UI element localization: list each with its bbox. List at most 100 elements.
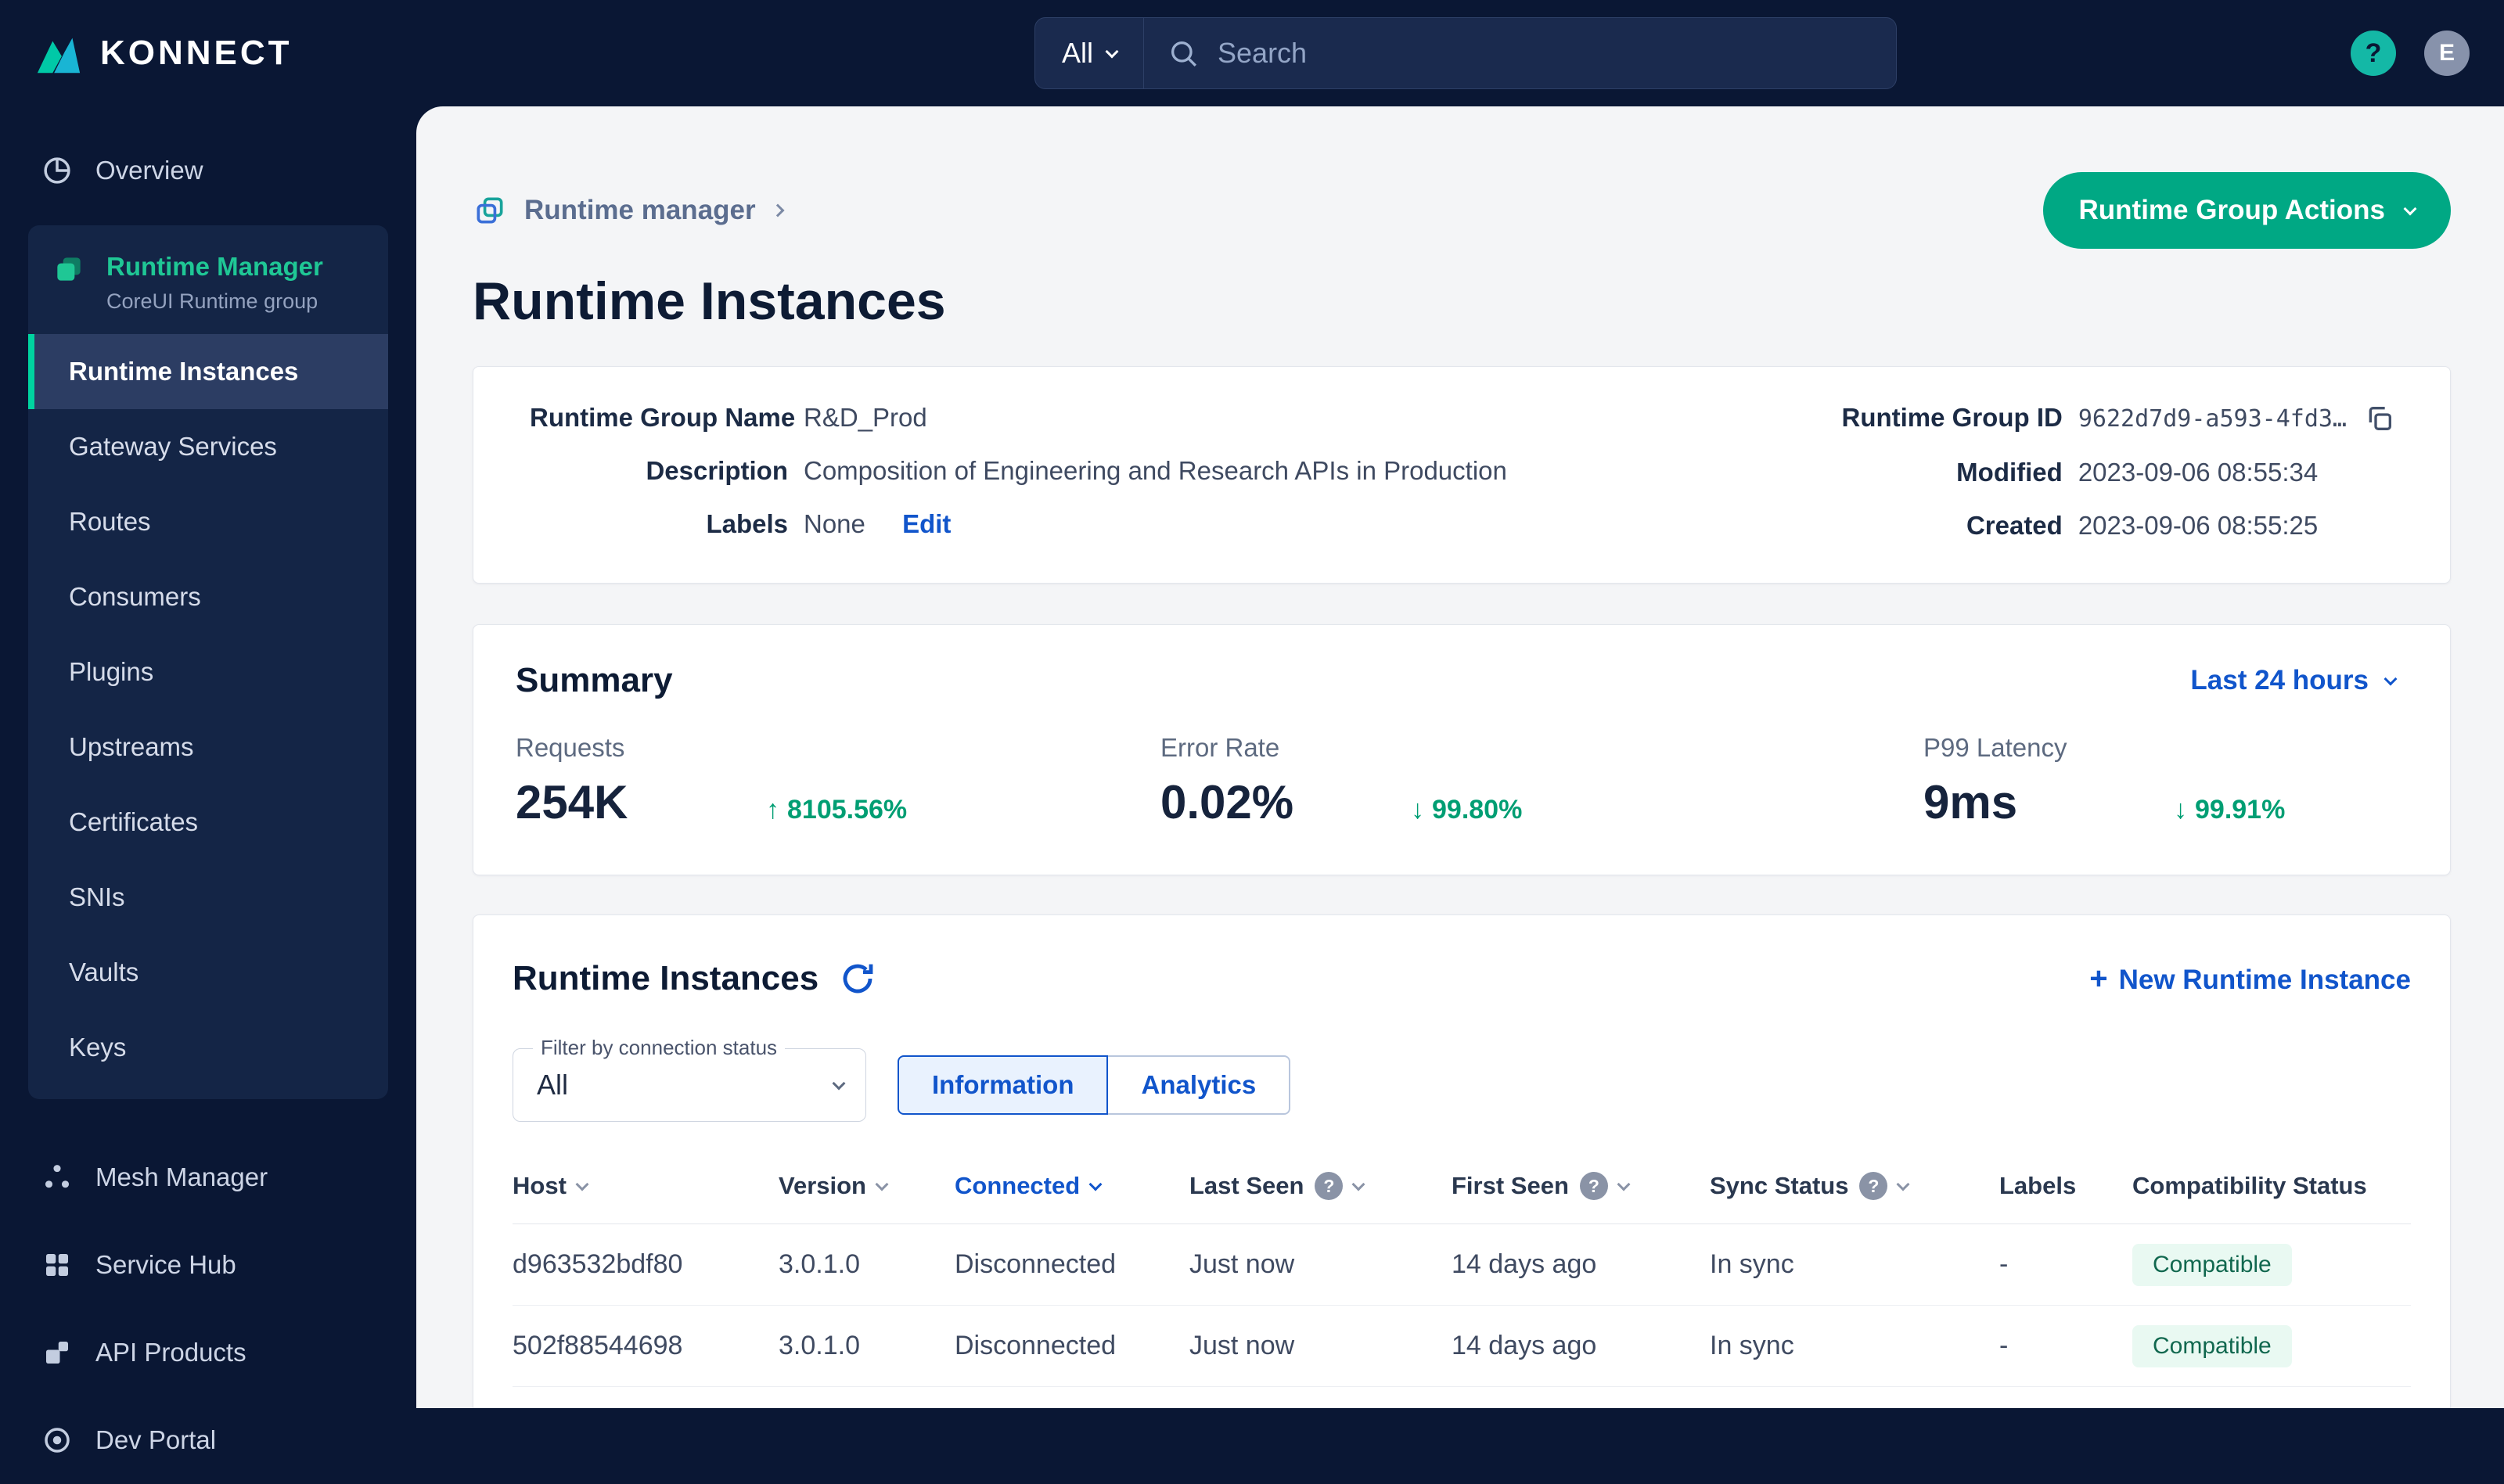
col-header-sync-status[interactable]: Sync Status ?: [1710, 1172, 1999, 1200]
page-title: Runtime Instances: [473, 271, 946, 331]
runtime-group-name: CoreUI Runtime group: [106, 289, 318, 313]
tab-information[interactable]: Information: [898, 1055, 1109, 1115]
sidebar-item-mesh-manager[interactable]: Mesh Manager: [0, 1134, 416, 1221]
refresh-icon[interactable]: [839, 960, 876, 997]
sidebar-item-label: Overview: [95, 156, 203, 185]
cell-version: 3.0.1.0: [779, 1249, 860, 1279]
sidebar-item-label: API Products: [95, 1338, 246, 1367]
labels-value: None Edit: [804, 509, 1507, 539]
runtime-manager-group: Runtime Manager CoreUI Runtime group Run…: [28, 225, 388, 1099]
trend-up-icon: ↑: [766, 795, 779, 825]
sort-chevron-icon: [1617, 1177, 1631, 1191]
sidebar-item-upstreams[interactable]: Upstreams: [28, 710, 388, 785]
app-logo-text: KONNECT: [100, 34, 293, 72]
cell-sync-status: In sync: [1710, 1331, 1794, 1360]
col-header-last-seen[interactable]: Last Seen ?: [1189, 1172, 1452, 1200]
overview-icon: [41, 154, 74, 187]
info-label: Description: [646, 456, 788, 485]
runtime-manager-icon: [52, 252, 86, 286]
help-tooltip-icon[interactable]: ?: [1579, 1172, 1608, 1200]
cell-first-seen: 14 days ago: [1452, 1249, 1597, 1279]
info-label: Runtime Group Name: [530, 403, 796, 432]
metric-delta: ↑ 8105.56%: [766, 795, 908, 825]
compatibility-badge: Compatible: [2132, 1324, 2292, 1367]
dev-portal-icon: [41, 1424, 74, 1457]
view-tabs: Information Analytics: [898, 1055, 1291, 1115]
runtime-group-info-card: Runtime Group Name R&D_Prod Description …: [473, 366, 2451, 584]
api-products-icon: [41, 1336, 74, 1369]
sidebar-item-vaults[interactable]: Vaults: [28, 935, 388, 1010]
col-header-connected[interactable]: Connected: [955, 1172, 1189, 1200]
sidebar-item-service-hub[interactable]: Service Hub: [0, 1221, 416, 1309]
cell-last-seen: Just now: [1189, 1331, 1295, 1360]
metric-delta: ↓ 99.80%: [1411, 795, 1523, 825]
tab-analytics[interactable]: Analytics: [1108, 1055, 1291, 1115]
sidebar-bottom: Mesh Manager Service Hub API Products De…: [0, 1134, 416, 1484]
table-row[interactable]: d963532bdf80 3.0.1.0 Disconnected Just n…: [513, 1224, 2411, 1306]
info-label: Created: [1966, 511, 2063, 540]
sort-chevron-icon: [1351, 1177, 1365, 1191]
new-runtime-instance-button[interactable]: + New Runtime Instance: [2089, 961, 2411, 997]
konnect-logo-icon: [34, 31, 83, 75]
cell-version: 3.0.1.0: [779, 1331, 860, 1360]
instances-table: Host Version Connected Last Seen ? First…: [513, 1172, 2411, 1387]
help-tooltip-icon[interactable]: ?: [1859, 1172, 1888, 1200]
table-row[interactable]: 502f88544698 3.0.1.0 Disconnected Just n…: [513, 1306, 2411, 1387]
col-header-host[interactable]: Host: [513, 1172, 779, 1200]
sidebar-item-runtime-manager[interactable]: Runtime Manager CoreUI Runtime group: [28, 225, 388, 334]
sidebar-item-consumers[interactable]: Consumers: [28, 559, 388, 634]
search-input[interactable]: [1216, 36, 1873, 70]
sidebar-item-keys[interactable]: Keys: [28, 1010, 388, 1085]
edit-labels-link[interactable]: Edit: [902, 509, 951, 538]
cell-host: 502f88544698: [513, 1331, 683, 1360]
col-header-version[interactable]: Version: [779, 1172, 955, 1200]
sidebar-item-certificates[interactable]: Certificates: [28, 785, 388, 860]
cell-sync-status: In sync: [1710, 1249, 1794, 1279]
metric-requests: Requests 254K ↑ 8105.56%: [516, 733, 908, 828]
cell-first-seen: 14 days ago: [1452, 1331, 1597, 1360]
main-content: Runtime manager Runtime Group Actions Ru…: [416, 106, 2504, 1408]
sidebar-item-plugins[interactable]: Plugins: [28, 634, 388, 710]
sort-chevron-icon: [1896, 1177, 1910, 1191]
breadcrumb-chevron-icon: [771, 203, 785, 217]
sidebar-item-snis[interactable]: SNIs: [28, 860, 388, 935]
runtime-group-actions-button[interactable]: Runtime Group Actions: [2042, 172, 2451, 249]
avatar[interactable]: E: [2424, 31, 2470, 76]
col-header-first-seen[interactable]: First Seen ?: [1452, 1172, 1710, 1200]
cell-connected: Disconnected: [955, 1331, 1117, 1360]
help-tooltip-icon[interactable]: ?: [1315, 1172, 1344, 1200]
summary-card: Summary Last 24 hours Requests 254K ↑ 81…: [473, 624, 2451, 875]
app-logo[interactable]: KONNECT: [34, 0, 293, 106]
timeframe-dropdown[interactable]: Last 24 hours: [2190, 665, 2398, 696]
sidebar-item-routes[interactable]: Routes: [28, 484, 388, 559]
metric-value: 9ms: [1923, 776, 2018, 828]
col-header-labels: Labels: [1999, 1172, 2077, 1199]
runtime-group-id-value: 9622d7d9-a593-4fd3…: [2078, 403, 2395, 434]
help-icon[interactable]: ?: [2351, 31, 2396, 76]
cell-host: d963532bdf80: [513, 1249, 683, 1279]
description-value: Composition of Engineering and Research …: [804, 456, 1507, 485]
sidebar-item-dev-portal[interactable]: Dev Portal: [0, 1396, 416, 1484]
runtime-manager-title: Runtime Manager: [106, 252, 323, 281]
sidebar-item-label: Mesh Manager: [95, 1162, 268, 1191]
col-header-compatibility-status: Compatibility Status: [2132, 1172, 2367, 1199]
sort-chevron-icon: [1088, 1177, 1103, 1191]
trend-down-icon: ↓: [2174, 795, 2187, 825]
chevron-down-icon: [2403, 202, 2417, 215]
sidebar: Overview Runtime Manager CoreUI Runtime …: [0, 106, 416, 1454]
sidebar-item-api-products[interactable]: API Products: [0, 1309, 416, 1396]
summary-metrics: Requests 254K ↑ 8105.56% Error Rate 0.02…: [516, 733, 2395, 829]
search-icon: [1167, 38, 1199, 69]
copy-icon[interactable]: [2364, 403, 2395, 434]
info-label: Modified: [1956, 458, 2063, 487]
metric-p99-latency: P99 Latency 9ms ↓ 99.91%: [1923, 733, 2286, 828]
sidebar-item-gateway-services[interactable]: Gateway Services: [28, 409, 388, 484]
breadcrumb[interactable]: Runtime manager: [473, 193, 785, 228]
filter-value: All: [537, 1069, 569, 1101]
search-scope-dropdown[interactable]: All: [1035, 18, 1145, 88]
runtime-group-icon: [473, 193, 507, 228]
sidebar-item-overview[interactable]: Overview: [0, 138, 416, 203]
connection-status-filter[interactable]: Filter by connection status All: [513, 1036, 866, 1122]
summary-title: Summary: [516, 661, 673, 699]
sidebar-item-runtime-instances[interactable]: Runtime Instances: [28, 334, 388, 409]
